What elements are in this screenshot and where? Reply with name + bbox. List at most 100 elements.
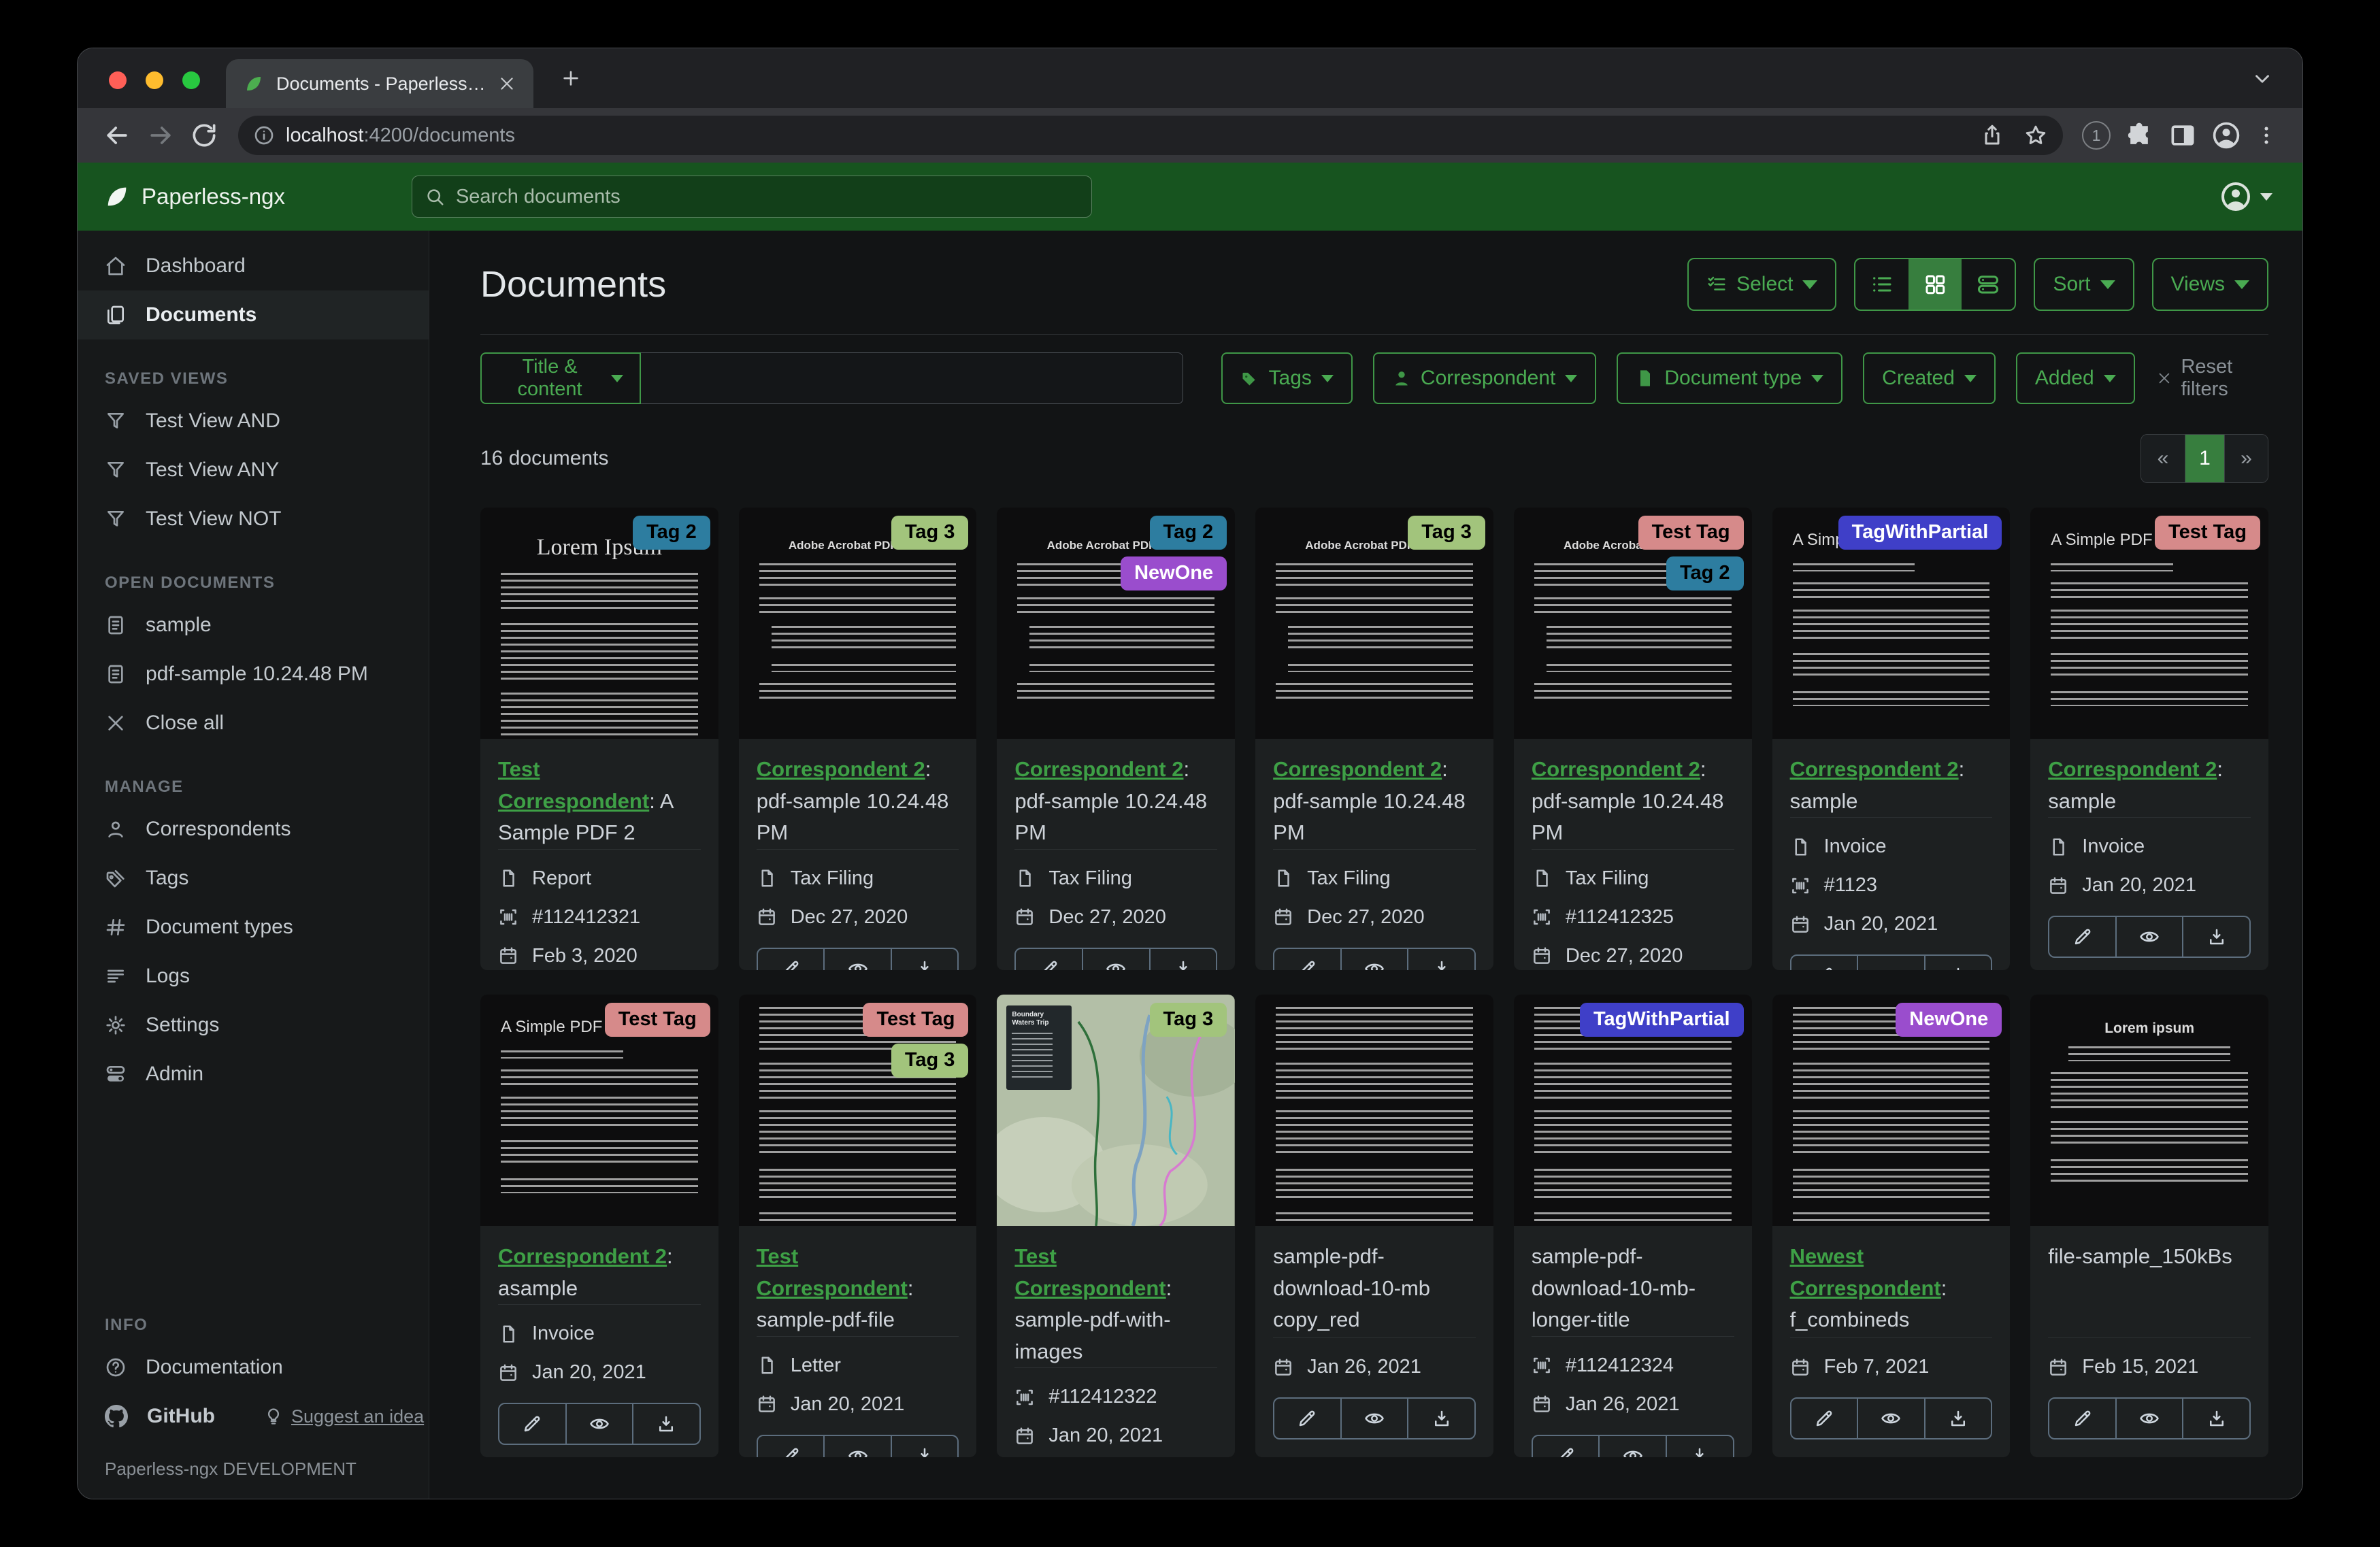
sidebar-item-tags[interactable]: Tags bbox=[78, 854, 429, 903]
document-thumbnail[interactable]: A Simple PDF FileTagWithPartial bbox=[1772, 508, 2011, 739]
bookmark-star-icon[interactable] bbox=[2023, 123, 2048, 148]
url-bar[interactable]: localhost:4200/documents bbox=[238, 116, 2063, 155]
sidebar-item-documents[interactable]: Documents bbox=[78, 290, 429, 339]
maximize-window-button[interactable] bbox=[182, 71, 200, 89]
sidebar-item-github[interactable]: GitHub bbox=[147, 1405, 215, 1428]
document-thumbnail[interactable]: Test Tag Tag 3 bbox=[738, 995, 977, 1226]
search-input[interactable] bbox=[455, 185, 1079, 208]
share-icon[interactable] bbox=[1980, 123, 2004, 148]
document-thumbnail[interactable]: A Simple PDF File Test Tag bbox=[480, 995, 718, 1226]
view-document-button[interactable] bbox=[1340, 948, 1408, 970]
tag-badge-test-tag[interactable]: Test Tag bbox=[1638, 516, 1744, 550]
edit-document-button[interactable] bbox=[1791, 1399, 1857, 1438]
sidebar-item-pdf-sample-10-24-48-pm[interactable]: pdf-sample 10.24.48 PM bbox=[78, 650, 429, 699]
reset-filters-button[interactable]: Reset filters bbox=[2157, 356, 2268, 401]
tag-badge-tag-2[interactable]: Tag 2 bbox=[633, 516, 710, 550]
app-brand[interactable]: Paperless-ngx bbox=[103, 183, 285, 210]
download-document-button[interactable] bbox=[890, 1435, 958, 1457]
list-view-button[interactable] bbox=[1855, 259, 1908, 310]
side-panel-icon[interactable] bbox=[2168, 120, 2198, 150]
tag-badge-tag-3[interactable]: Tag 3 bbox=[891, 1043, 969, 1078]
download-document-button[interactable] bbox=[1923, 956, 1991, 970]
filter-text-input[interactable] bbox=[641, 352, 1183, 404]
tag-badge-newone[interactable]: NewOne bbox=[1121, 556, 1227, 590]
edit-document-button[interactable] bbox=[758, 1436, 824, 1457]
document-thumbnail[interactable]: Boundary Waters Trip Tag 3 bbox=[997, 995, 1236, 1226]
edit-document-button[interactable] bbox=[1533, 1436, 1599, 1457]
download-document-button[interactable] bbox=[1407, 1399, 1474, 1438]
document-thumbnail[interactable]: Adobe Acrobat PDF Files Tag 3 bbox=[738, 508, 977, 739]
edit-document-button[interactable] bbox=[1016, 949, 1082, 970]
edit-document-button[interactable] bbox=[2049, 917, 2115, 957]
tag-badge-tag-2[interactable]: Tag 2 bbox=[1666, 556, 1744, 590]
view-document-button[interactable] bbox=[823, 1435, 891, 1457]
tag-badge-newone[interactable]: NewOne bbox=[1896, 1003, 2002, 1037]
view-document-button[interactable] bbox=[1857, 1399, 1924, 1438]
filter-correspondent-button[interactable]: Correspondent bbox=[1372, 352, 1597, 404]
suggest-an-idea-link[interactable]: Suggest an idea bbox=[264, 1406, 424, 1427]
views-button[interactable]: Views bbox=[2151, 258, 2268, 311]
filter-field-button[interactable]: Title & content bbox=[480, 352, 642, 404]
sort-button[interactable]: Sort bbox=[2034, 258, 2134, 311]
view-document-button[interactable] bbox=[1082, 948, 1149, 970]
edit-document-button[interactable] bbox=[1274, 1399, 1340, 1438]
edit-document-button[interactable] bbox=[758, 949, 824, 970]
document-thumbnail[interactable]: Lorem Ipsum Tag 2 bbox=[480, 508, 718, 739]
current-page-button[interactable]: 1 bbox=[2185, 435, 2224, 482]
forward-button[interactable] bbox=[146, 120, 176, 150]
correspondent-link[interactable]: Correspondent 2 bbox=[1532, 757, 1700, 781]
tag-badge-tagwithpartial[interactable]: TagWithPartial bbox=[1579, 1003, 1744, 1037]
filter-created-button[interactable]: Created bbox=[1863, 352, 1996, 404]
view-document-button[interactable] bbox=[1598, 1435, 1666, 1457]
back-button[interactable] bbox=[102, 120, 132, 150]
sidebar-item-test-view-any[interactable]: Test View ANY bbox=[78, 446, 429, 495]
grid-view-button[interactable] bbox=[1908, 259, 1962, 310]
download-document-button[interactable] bbox=[1148, 948, 1217, 970]
sidebar-item-document-types[interactable]: Document types bbox=[78, 903, 429, 952]
document-thumbnail[interactable]: Lorem ipsum bbox=[2030, 995, 2268, 1226]
document-thumbnail[interactable]: NewOne bbox=[1772, 995, 2011, 1226]
tag-badge-test-tag[interactable]: Test Tag bbox=[2155, 516, 2260, 550]
tag-badge-test-tag[interactable]: Test Tag bbox=[604, 1003, 710, 1037]
document-thumbnail[interactable]: A Simple PDF File Test Tag bbox=[2030, 508, 2268, 739]
close-window-button[interactable] bbox=[109, 71, 127, 89]
tag-badge-tag-3[interactable]: Tag 3 bbox=[1408, 516, 1485, 550]
view-document-button[interactable] bbox=[2115, 917, 2183, 957]
sidebar-item-close-all[interactable]: Close all bbox=[78, 699, 429, 748]
view-document-button[interactable] bbox=[1857, 956, 1924, 970]
next-page-button[interactable]: » bbox=[2224, 435, 2268, 482]
correspondent-link[interactable]: Correspondent 2 bbox=[1790, 757, 1959, 781]
tab-close-icon[interactable] bbox=[498, 75, 516, 93]
sidebar-item-sample[interactable]: sample bbox=[78, 601, 429, 650]
correspondent-link[interactable]: Test Correspondent bbox=[1014, 1244, 1166, 1300]
document-thumbnail[interactable]: Adobe Acrobat PDF Files Test Tag Tag 2 bbox=[1513, 508, 1752, 739]
tag-badge-tag-3[interactable]: Tag 3 bbox=[891, 516, 969, 550]
document-thumbnail[interactable]: Adobe Acrobat PDF Files Tag 3 bbox=[1255, 508, 1493, 739]
minimize-window-button[interactable] bbox=[146, 71, 163, 89]
download-document-button[interactable] bbox=[1407, 948, 1474, 970]
sidebar-item-documentation[interactable]: Documentation bbox=[78, 1343, 429, 1392]
new-tab-button[interactable] bbox=[551, 59, 591, 98]
tab-search-chevron-icon[interactable] bbox=[2251, 67, 2274, 90]
prev-page-button[interactable]: « bbox=[2141, 435, 2185, 482]
filter-added-button[interactable]: Added bbox=[2015, 352, 2135, 404]
tag-badge-tag-3[interactable]: Tag 3 bbox=[1149, 1003, 1227, 1037]
correspondent-link[interactable]: Correspondent 2 bbox=[1273, 757, 1442, 781]
document-thumbnail[interactable]: Adobe Acrobat PDF Files Tag 2 NewOne bbox=[997, 508, 1236, 739]
edit-document-button[interactable] bbox=[1791, 956, 1857, 970]
view-document-button[interactable] bbox=[823, 948, 891, 970]
tag-badge-test-tag[interactable]: Test Tag bbox=[863, 1003, 969, 1037]
download-document-button[interactable] bbox=[1666, 1435, 1733, 1457]
correspondent-link[interactable]: Correspondent 2 bbox=[2048, 757, 2217, 781]
sidebar-item-settings[interactable]: Settings bbox=[78, 1001, 429, 1050]
browser-tab[interactable]: Documents - Paperless-ngx bbox=[226, 59, 533, 108]
sidebar-item-test-view-not[interactable]: Test View NOT bbox=[78, 495, 429, 544]
tag-badge-tag-2[interactable]: Tag 2 bbox=[1149, 516, 1227, 550]
correspondent-link[interactable]: Test Correspondent bbox=[498, 757, 649, 813]
download-document-button[interactable] bbox=[2182, 1399, 2249, 1438]
sidebar-item-logs[interactable]: Logs bbox=[78, 952, 429, 1001]
browser-menu-kebab-icon[interactable] bbox=[2255, 120, 2278, 150]
edit-document-button[interactable] bbox=[1274, 949, 1340, 970]
download-document-button[interactable] bbox=[632, 1404, 699, 1444]
download-document-button[interactable] bbox=[890, 948, 958, 970]
